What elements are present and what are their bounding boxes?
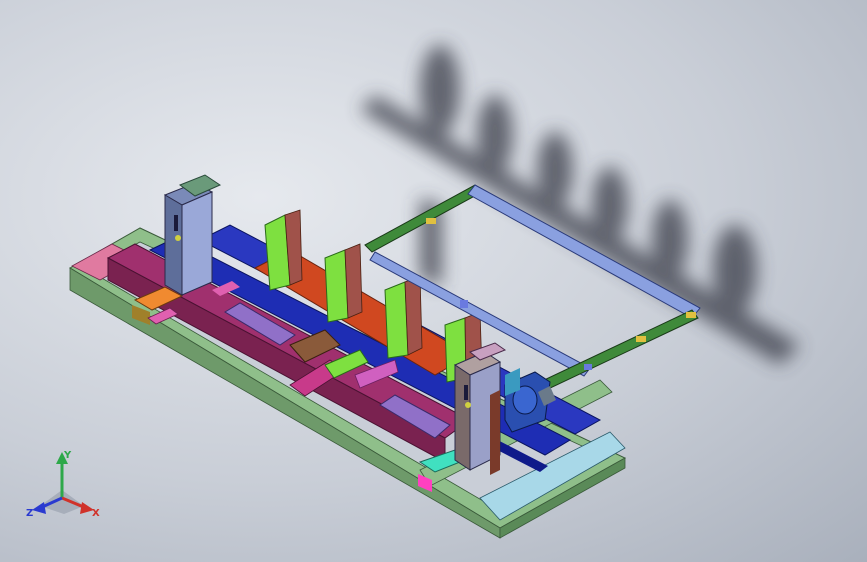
x-axis-label: X — [92, 508, 100, 519]
coordinate-triad: Y X Z — [26, 450, 100, 519]
right-column — [453, 342, 507, 475]
z-axis-label: Z — [26, 508, 33, 519]
y-axis-label: Y — [63, 450, 72, 461]
model-shadow — [360, 45, 800, 365]
left-column — [163, 174, 222, 296]
cad-graphics-area[interactable]: Y X Z — [0, 0, 867, 562]
assembly-model[interactable] — [0, 0, 867, 562]
